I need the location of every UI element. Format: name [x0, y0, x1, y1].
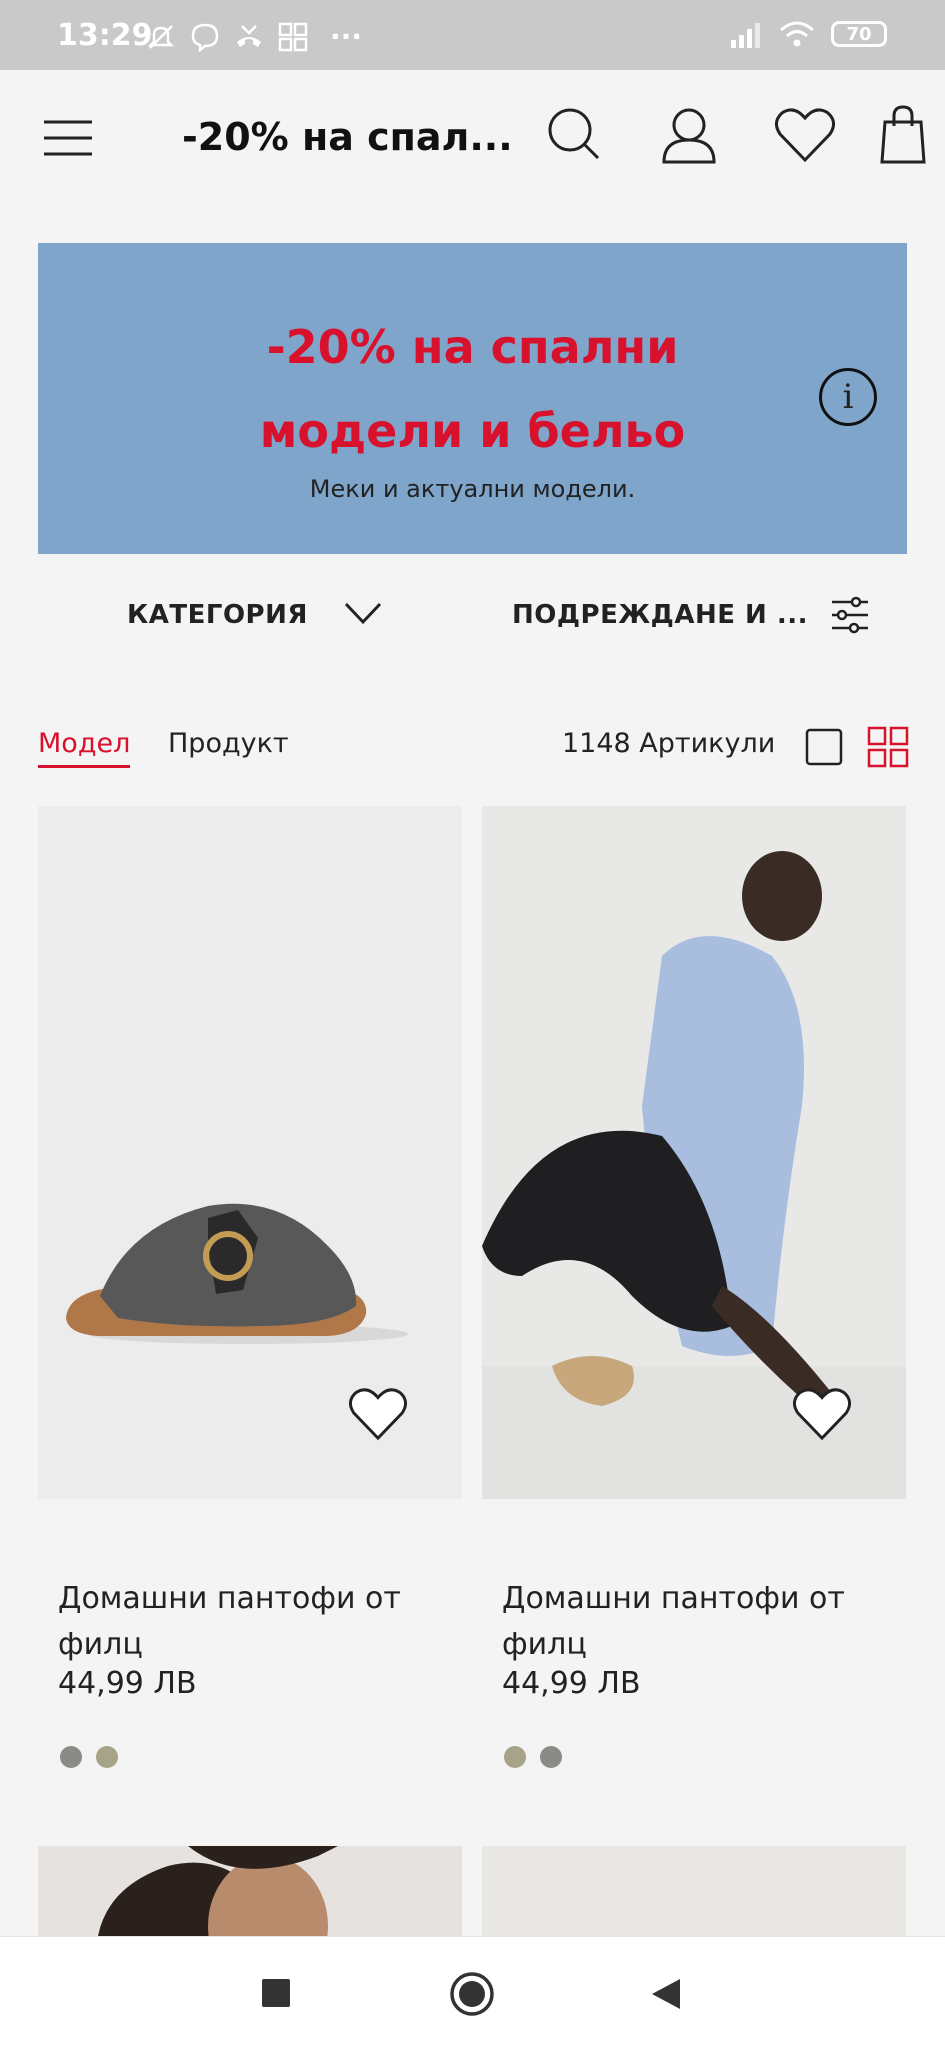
- status-time: 13:29: [57, 18, 153, 53]
- menu-icon[interactable]: [42, 118, 94, 158]
- color-swatch[interactable]: [96, 1746, 118, 1768]
- product-name[interactable]: Домашни пантофи от филц: [58, 1576, 448, 1668]
- filter-sliders-icon[interactable]: [830, 596, 870, 634]
- back-icon[interactable]: [650, 1977, 682, 2011]
- filter-bar: КАТЕГОРИЯ ПОДРЕЖДАНЕ И ...: [0, 580, 945, 650]
- search-icon[interactable]: [546, 106, 602, 162]
- color-swatch[interactable]: [60, 1746, 82, 1768]
- status-bar: 13:29 ··· 70: [0, 0, 945, 70]
- category-filter-label[interactable]: КАТЕГОРИЯ: [127, 600, 308, 630]
- promo-headline: -20% на спални модели и бельо: [38, 305, 907, 473]
- recent-apps-icon[interactable]: [262, 1979, 290, 2007]
- status-overflow: ···: [330, 20, 362, 53]
- promo-banner[interactable]: -20% на спални модели и бельо Меки и акт…: [38, 243, 907, 554]
- color-swatches: [504, 1746, 562, 1768]
- signal-icon: [731, 23, 760, 48]
- wifi-icon: [780, 21, 814, 47]
- product-image-partial: [38, 1846, 462, 1936]
- item-count: 1148 Артикули: [562, 728, 776, 759]
- missed-call-icon: [237, 24, 261, 47]
- wishlist-heart-icon[interactable]: [774, 106, 836, 164]
- system-nav-bar: [0, 1936, 945, 2049]
- product-image[interactable]: [38, 806, 462, 1499]
- viber-icon: [191, 23, 219, 52]
- product-name[interactable]: Домашни пантофи от филц: [502, 1576, 892, 1668]
- chevron-down-icon[interactable]: [343, 600, 383, 626]
- color-swatch[interactable]: [540, 1746, 562, 1768]
- product-card-partial[interactable]: [482, 1846, 906, 1936]
- product-image-partial: [482, 1846, 906, 1936]
- color-swatches: [60, 1746, 118, 1768]
- promo-headline-line2: модели и бельо: [259, 404, 686, 458]
- product-image[interactable]: [482, 806, 906, 1499]
- single-view-icon[interactable]: [805, 728, 843, 766]
- product-price: 44,99 ЛВ: [58, 1666, 197, 1701]
- color-swatch[interactable]: [504, 1746, 526, 1768]
- view-tabs: Модел Продукт 1148 Артикули: [0, 720, 945, 780]
- bell-off-icon: [147, 24, 175, 49]
- heart-icon[interactable]: [348, 1386, 408, 1442]
- apps-icon: [278, 22, 308, 51]
- status-notification-icons: ···: [146, 20, 362, 53]
- home-icon[interactable]: [449, 1971, 495, 2017]
- battery-level: 70: [846, 23, 872, 45]
- battery-indicator: 70: [831, 21, 887, 47]
- grid-view-icon[interactable]: [867, 726, 909, 768]
- product-card-partial[interactable]: [38, 1846, 462, 1936]
- tab-product[interactable]: Продукт: [168, 728, 289, 759]
- page-title: -20% на спал...: [182, 115, 513, 159]
- product-price: 44,99 ЛВ: [502, 1666, 641, 1701]
- tab-model[interactable]: Модел: [38, 728, 131, 768]
- promo-subtitle: Меки и актуални модели.: [309, 475, 636, 503]
- info-icon[interactable]: i: [819, 368, 877, 426]
- sort-filter-label[interactable]: ПОДРЕЖДАНЕ И ...: [512, 600, 808, 630]
- shopping-bag-icon[interactable]: [880, 104, 926, 164]
- promo-headline-line1: -20% на спални: [266, 320, 679, 374]
- app-header: -20% на спал...: [0, 70, 945, 208]
- heart-icon[interactable]: [792, 1386, 852, 1442]
- account-icon[interactable]: [660, 106, 718, 164]
